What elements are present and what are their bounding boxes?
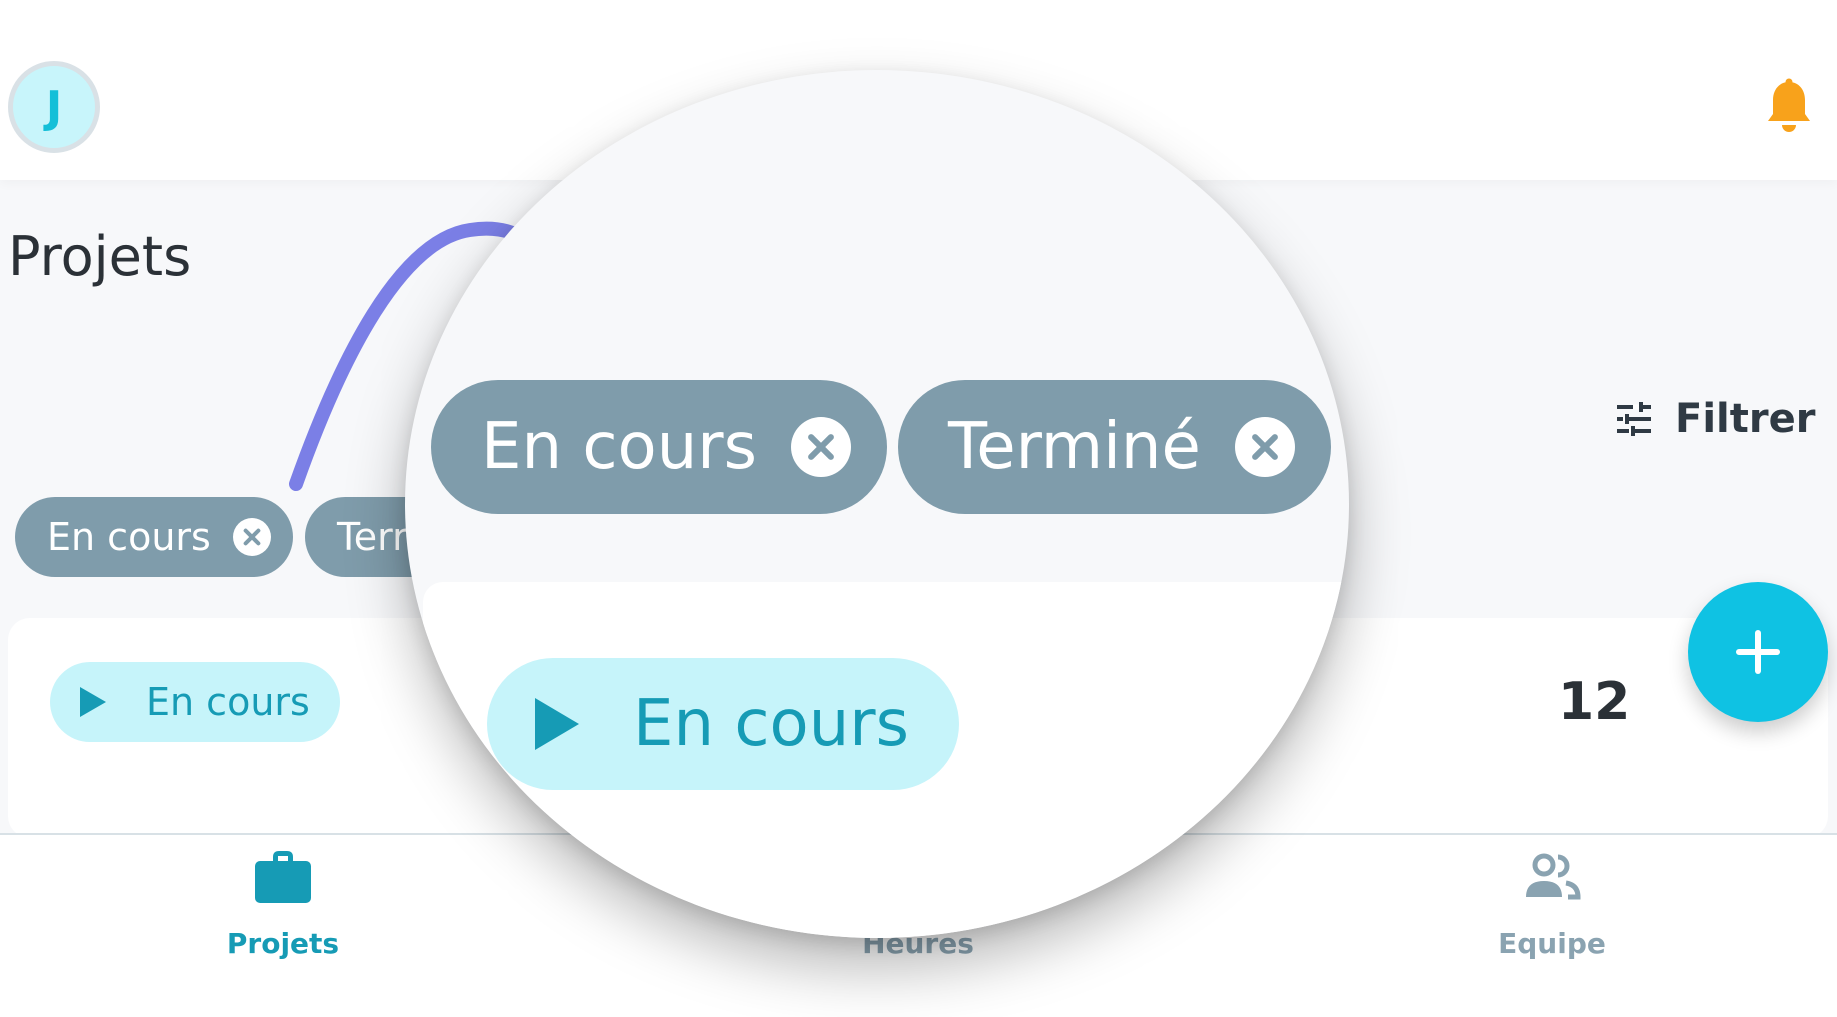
magnified-chip-termine[interactable]: Terminé [898, 380, 1331, 514]
nav-item-equipe[interactable]: Equipe [1402, 835, 1702, 1017]
filter-label: Filtrer [1675, 396, 1816, 442]
magnifier-zoom: En cours Terminé En cours [405, 70, 1349, 938]
play-icon [80, 687, 106, 717]
briefcase-icon [255, 851, 311, 903]
avatar[interactable]: J [8, 61, 100, 153]
page-title: Projets [8, 225, 192, 288]
app-root: J Projets Filtrer En cours Terr En cours… [0, 0, 1837, 1017]
project-count: 12 [1558, 672, 1631, 732]
nav-label: Projets [226, 927, 340, 960]
chip-label: Terr [337, 515, 408, 559]
chip-label: Terminé [948, 410, 1201, 484]
filter-button[interactable]: Filtrer [1615, 394, 1815, 444]
nav-label: Equipe [1498, 927, 1606, 960]
plus-icon [1736, 630, 1780, 674]
nav-item-projets[interactable]: Projets [133, 835, 433, 1017]
bell-icon[interactable] [1765, 78, 1813, 134]
chip-label: En cours [47, 515, 211, 559]
filter-chip-en-cours[interactable]: En cours [15, 497, 293, 577]
sliders-icon [1617, 402, 1651, 436]
status-label: En cours [633, 687, 909, 761]
close-icon[interactable] [1234, 417, 1295, 477]
close-icon[interactable] [232, 518, 271, 556]
team-icon [1526, 853, 1581, 900]
magnified-status-badge: En cours [487, 658, 959, 790]
add-button[interactable] [1688, 582, 1828, 722]
status-label: En cours [146, 680, 310, 724]
play-icon [535, 698, 579, 750]
status-badge: En cours [50, 662, 340, 742]
chip-label: En cours [481, 410, 757, 484]
magnified-chip-en-cours[interactable]: En cours [431, 380, 887, 514]
close-icon[interactable] [790, 417, 851, 477]
